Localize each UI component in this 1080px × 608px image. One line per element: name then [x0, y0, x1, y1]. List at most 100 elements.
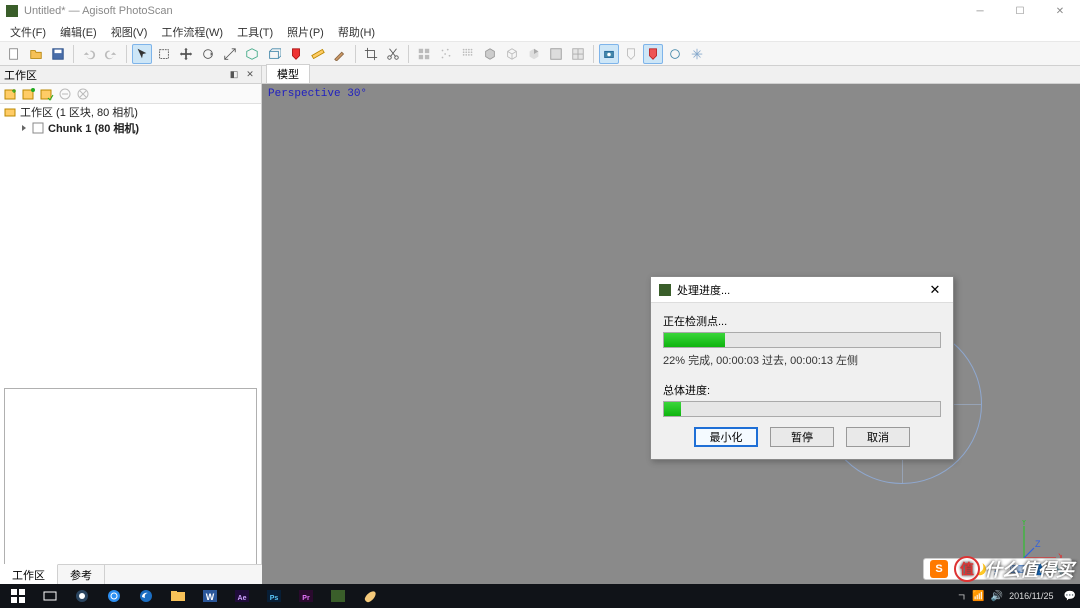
- tray-clock[interactable]: 2016/11/25: [1009, 592, 1057, 601]
- mesh-shaded-icon[interactable]: [524, 44, 544, 64]
- region-icon[interactable]: [242, 44, 262, 64]
- aftereffects-icon[interactable]: Ae: [228, 585, 256, 607]
- tab-model[interactable]: 模型: [266, 64, 310, 83]
- ime-lang[interactable]: 中: [956, 561, 967, 577]
- app2-icon[interactable]: [100, 585, 128, 607]
- ruler-icon[interactable]: [308, 44, 328, 64]
- dialog-close-icon[interactable]: ✕: [925, 280, 945, 300]
- tray-up-icon[interactable]: ㄱ: [957, 589, 966, 604]
- show-region-icon[interactable]: [643, 44, 663, 64]
- show-trackball-icon[interactable]: [665, 44, 685, 64]
- rotate-icon[interactable]: [198, 44, 218, 64]
- panel-close-icon[interactable]: ✕: [243, 68, 257, 82]
- menu-help[interactable]: 帮助(H): [334, 22, 379, 42]
- step-label: 正在检测点...: [663, 313, 941, 329]
- photoshop-icon[interactable]: Ps: [260, 585, 288, 607]
- taskview-icon[interactable]: [36, 585, 64, 607]
- enable-icon[interactable]: [40, 87, 54, 101]
- panel-float-icon[interactable]: ◧: [227, 68, 241, 82]
- window-title: Untitled* — Agisoft PhotoScan: [24, 5, 173, 17]
- tray-network-icon[interactable]: 📶: [972, 591, 984, 602]
- start-button[interactable]: [4, 585, 32, 607]
- ime-punct[interactable]: ，: [993, 561, 1004, 577]
- chevron-right-icon[interactable]: [20, 124, 28, 132]
- paint-icon[interactable]: [356, 585, 384, 607]
- remove-icon[interactable]: [76, 87, 90, 101]
- left-sidebar: 工作区 ◧ ✕ 工作区 (1 区块, 80 相机) Chunk 1 (80 相机…: [0, 66, 262, 584]
- tree-chunk[interactable]: Chunk 1 (80 相机): [0, 120, 261, 136]
- grid-icon[interactable]: [414, 44, 434, 64]
- scale-icon[interactable]: [220, 44, 240, 64]
- menu-view[interactable]: 视图(V): [107, 22, 152, 42]
- workspace-panel-title: 工作区: [4, 67, 37, 83]
- word-icon[interactable]: W: [196, 585, 224, 607]
- move-icon[interactable]: [176, 44, 196, 64]
- tray-date: 2016/11/25: [1009, 592, 1053, 601]
- new-icon[interactable]: [4, 44, 24, 64]
- dialog-title: 处理进度...: [677, 282, 730, 298]
- menu-tools[interactable]: 工具(T): [233, 22, 277, 42]
- workspace-tree[interactable]: 工作区 (1 区块, 80 相机) Chunk 1 (80 相机): [0, 104, 261, 384]
- minimize-button[interactable]: ─: [960, 0, 1000, 22]
- mesh-solid-icon[interactable]: [480, 44, 500, 64]
- pause-button[interactable]: 暂停: [770, 427, 834, 447]
- viewport-tabs: 模型: [262, 66, 1080, 84]
- minimize-dialog-button[interactable]: 最小化: [694, 427, 758, 447]
- dialog-titlebar: 处理进度... ✕: [651, 277, 953, 303]
- edge-icon[interactable]: [132, 585, 160, 607]
- disable-icon[interactable]: [58, 87, 72, 101]
- svg-text:Pr: Pr: [302, 595, 310, 602]
- ime-keyboard-icon[interactable]: ⌨: [1010, 563, 1026, 576]
- photoscan-task-icon[interactable]: [324, 585, 352, 607]
- rect-select-icon[interactable]: [154, 44, 174, 64]
- explorer-icon[interactable]: [164, 585, 192, 607]
- add-photos-icon[interactable]: [22, 87, 36, 101]
- cut-icon[interactable]: [383, 44, 403, 64]
- redo-icon[interactable]: [101, 44, 121, 64]
- ortho-icon[interactable]: [568, 44, 588, 64]
- show-markers-icon[interactable]: [621, 44, 641, 64]
- show-labels-icon[interactable]: [687, 44, 707, 64]
- menu-edit[interactable]: 编辑(E): [56, 22, 101, 42]
- dense-icon[interactable]: [458, 44, 478, 64]
- marker-icon[interactable]: [286, 44, 306, 64]
- maximize-button[interactable]: ☐: [1000, 0, 1040, 22]
- system-tray[interactable]: ㄱ 📶 🔊 2016/11/25 💬: [957, 589, 1076, 604]
- windows-taskbar: W Ae Ps Pr ㄱ 📶 🔊 2016/11/25 💬: [0, 584, 1080, 608]
- axis-y-label: Y: [1021, 520, 1027, 527]
- save-icon[interactable]: [48, 44, 68, 64]
- menubar: 文件(F) 编辑(E) 视图(V) 工作流程(W) 工具(T) 照片(P) 帮助…: [0, 22, 1080, 42]
- menu-photo[interactable]: 照片(P): [283, 22, 328, 42]
- undo-icon[interactable]: [79, 44, 99, 64]
- mesh-wire-icon[interactable]: [502, 44, 522, 64]
- pointcloud-icon[interactable]: [436, 44, 456, 64]
- show-cameras-icon[interactable]: [599, 44, 619, 64]
- add-chunk-icon[interactable]: [4, 87, 18, 101]
- tray-notifications-icon[interactable]: 💬: [1064, 591, 1076, 602]
- chunk-icon: [32, 122, 44, 134]
- main-toolbar: [0, 42, 1080, 66]
- app1-icon[interactable]: [68, 585, 96, 607]
- menu-file[interactable]: 文件(F): [6, 22, 50, 42]
- tree-root[interactable]: 工作区 (1 区块, 80 相机): [0, 104, 261, 120]
- menu-workflow[interactable]: 工作流程(W): [157, 22, 227, 42]
- premiere-icon[interactable]: Pr: [292, 585, 320, 607]
- tray-volume-icon[interactable]: 🔊: [991, 591, 1003, 602]
- texture-icon[interactable]: [546, 44, 566, 64]
- sogou-icon[interactable]: S: [930, 560, 948, 578]
- ime-toolbar[interactable]: S 中 🌙 ， ⌨ 👤 🔧: [923, 558, 1072, 580]
- close-button[interactable]: ✕: [1040, 0, 1080, 22]
- tab-reference[interactable]: 参考: [58, 565, 105, 584]
- ime-settings-icon[interactable]: 🔧: [1051, 563, 1065, 576]
- ime-moon-icon[interactable]: 🌙: [973, 563, 987, 576]
- tree-chunk-label: Chunk 1 (80 相机): [48, 120, 139, 136]
- open-icon[interactable]: [26, 44, 46, 64]
- tab-workspace[interactable]: 工作区: [0, 564, 58, 584]
- draw-icon[interactable]: [330, 44, 350, 64]
- ime-user-icon[interactable]: 👤: [1032, 563, 1046, 576]
- crop-icon[interactable]: [361, 44, 381, 64]
- volume-icon[interactable]: [264, 44, 284, 64]
- navigate-icon[interactable]: [132, 44, 152, 64]
- viewport-3d[interactable]: Perspective 30° X Y Z 处理进度... ✕ 正在: [262, 84, 1080, 584]
- cancel-button[interactable]: 取消: [846, 427, 910, 447]
